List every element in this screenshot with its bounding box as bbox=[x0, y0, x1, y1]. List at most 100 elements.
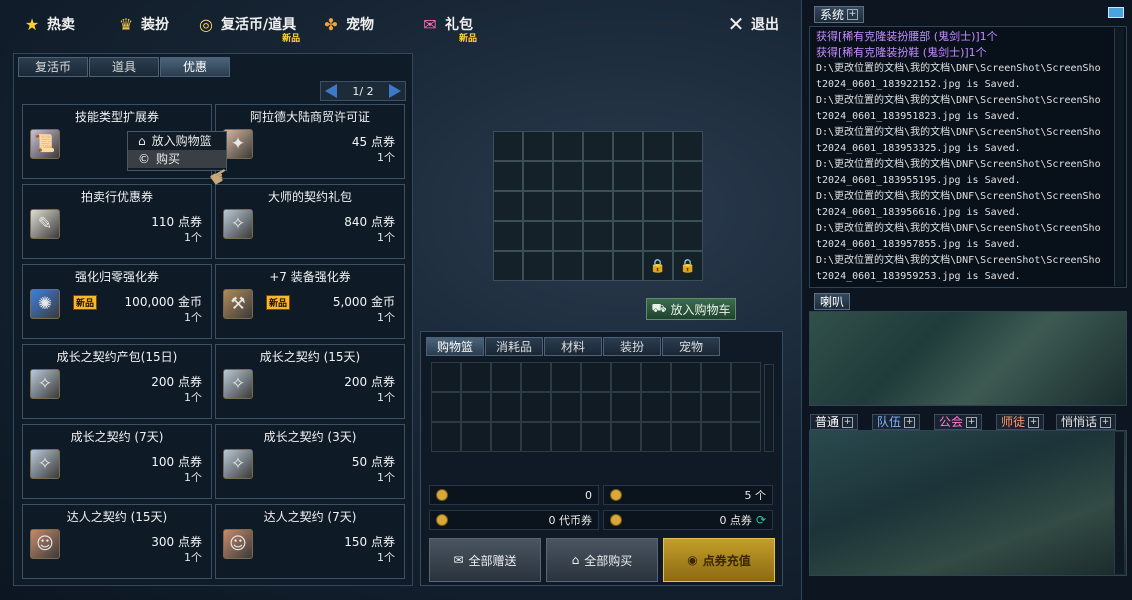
tab-basket[interactable]: 购物篮 bbox=[426, 337, 484, 356]
preview-slot[interactable] bbox=[553, 221, 583, 251]
preview-slot[interactable] bbox=[523, 161, 553, 191]
preview-slot[interactable] bbox=[673, 221, 703, 251]
cart-slot[interactable] bbox=[611, 392, 641, 422]
cart-slot[interactable] bbox=[461, 422, 491, 452]
preview-slot[interactable] bbox=[613, 131, 643, 161]
cart-slot[interactable] bbox=[671, 422, 701, 452]
menu-buy[interactable]: © 购买 bbox=[128, 150, 226, 168]
item-card[interactable]: 达人之契约 (7天) ☺ 150 点券 1个 bbox=[215, 504, 405, 579]
preview-slot[interactable] bbox=[583, 251, 613, 281]
cart-slot[interactable] bbox=[551, 362, 581, 392]
cart-slot[interactable] bbox=[701, 362, 731, 392]
tab-materials[interactable]: 材料 bbox=[544, 337, 602, 356]
cart-slot[interactable] bbox=[491, 392, 521, 422]
gift-all-button[interactable]: ✉ 全部赠送 bbox=[429, 538, 541, 582]
item-card[interactable]: 成长之契约产包(15日) ✧ 200 点券 1个 bbox=[22, 344, 212, 419]
refresh-icon[interactable]: ⟳ bbox=[756, 513, 766, 527]
cart-slot[interactable] bbox=[731, 362, 761, 392]
hammer-icon[interactable]: ⚒ bbox=[223, 289, 253, 319]
nav-revive-items[interactable]: ◎ 复活币/道具 新品 bbox=[196, 10, 300, 45]
preview-slot[interactable] bbox=[583, 221, 613, 251]
cart-slot[interactable] bbox=[731, 422, 761, 452]
item-card[interactable]: +7 装备强化券 ⚒ 新品 5,000 金币 1个 bbox=[215, 264, 405, 339]
chat-category-tab[interactable]: 师徒 + bbox=[996, 414, 1045, 430]
preview-slot[interactable] bbox=[523, 251, 553, 281]
portrait-icon[interactable]: ☺ bbox=[30, 529, 60, 559]
cart-slot[interactable] bbox=[641, 422, 671, 452]
preview-slot[interactable] bbox=[523, 221, 553, 251]
preview-slot[interactable] bbox=[613, 251, 643, 281]
preview-slot[interactable] bbox=[553, 161, 583, 191]
cart-slot[interactable] bbox=[731, 392, 761, 422]
expand-icon[interactable]: + bbox=[1100, 416, 1112, 428]
tab-discount[interactable]: 优惠 bbox=[160, 57, 230, 77]
preview-slot[interactable] bbox=[643, 191, 673, 221]
contract-icon[interactable]: ✧ bbox=[30, 369, 60, 399]
tab-items[interactable]: 道具 bbox=[89, 57, 159, 77]
preview-slot[interactable] bbox=[643, 221, 673, 251]
item-card[interactable]: 大师的契约礼包 ✧ 840 点券 1个 bbox=[215, 184, 405, 259]
item-card[interactable]: 拍卖行优惠券 ✎ 110 点券 1个 bbox=[22, 184, 212, 259]
item-card[interactable]: 成长之契约 (3天) ✧ 50 点券 1个 bbox=[215, 424, 405, 499]
orb-icon[interactable]: ✺ bbox=[30, 289, 60, 319]
cart-slot[interactable] bbox=[581, 362, 611, 392]
preview-slot[interactable] bbox=[643, 161, 673, 191]
nav-hot[interactable]: ★ 热卖 bbox=[22, 10, 75, 38]
preview-slot[interactable] bbox=[613, 191, 643, 221]
log-scrollbar[interactable] bbox=[1114, 28, 1124, 286]
menu-add-to-basket[interactable]: ⌂ 放入购物篮 bbox=[128, 132, 226, 150]
prev-page-icon[interactable] bbox=[325, 84, 337, 98]
chat-category-tab[interactable]: 普通 + bbox=[810, 414, 859, 430]
cart-slot[interactable] bbox=[431, 422, 461, 452]
preview-slot[interactable] bbox=[613, 221, 643, 251]
contract-icon[interactable]: ✧ bbox=[30, 449, 60, 479]
preview-slot[interactable] bbox=[643, 131, 673, 161]
tab-pet[interactable]: 宠物 bbox=[662, 337, 720, 356]
preview-slot[interactable] bbox=[673, 161, 703, 191]
nav-pet[interactable]: ✤ 宠物 bbox=[321, 10, 374, 38]
portrait-icon[interactable]: ☺ bbox=[223, 529, 253, 559]
preview-slot[interactable] bbox=[553, 131, 583, 161]
cart-slot[interactable] bbox=[461, 392, 491, 422]
buy-all-button[interactable]: ⌂ 全部购买 bbox=[546, 538, 658, 582]
tab-revive-coin[interactable]: 复活币 bbox=[18, 57, 88, 77]
cart-slot[interactable] bbox=[701, 422, 731, 452]
preview-slot[interactable] bbox=[583, 161, 613, 191]
expand-icon[interactable]: + bbox=[1028, 416, 1040, 428]
cart-slot[interactable] bbox=[701, 392, 731, 422]
expand-icon[interactable]: + bbox=[847, 9, 859, 20]
cart-scrollbar[interactable] bbox=[764, 364, 774, 452]
contract-icon[interactable]: ✧ bbox=[223, 209, 253, 239]
add-to-cart-button[interactable]: ⛟ 放入购物车 bbox=[646, 298, 736, 320]
chat-category-tab[interactable]: 悄悄话 + bbox=[1056, 414, 1117, 430]
cart-slot[interactable] bbox=[611, 422, 641, 452]
nav-costume[interactable]: ♛ 装扮 bbox=[116, 10, 169, 38]
preview-slot[interactable] bbox=[583, 191, 613, 221]
preview-slot[interactable] bbox=[493, 191, 523, 221]
cart-slot[interactable] bbox=[641, 392, 671, 422]
cart-slot[interactable] bbox=[521, 362, 551, 392]
preview-slot[interactable] bbox=[493, 251, 523, 281]
cart-slot[interactable] bbox=[551, 422, 581, 452]
preview-slot[interactable] bbox=[673, 131, 703, 161]
cart-slot[interactable] bbox=[521, 392, 551, 422]
preview-slot[interactable] bbox=[493, 131, 523, 161]
expand-icon[interactable]: + bbox=[842, 416, 854, 428]
cart-slot[interactable] bbox=[491, 422, 521, 452]
contract-icon[interactable]: ✧ bbox=[223, 369, 253, 399]
preview-slot[interactable] bbox=[523, 191, 553, 221]
cart-slot[interactable] bbox=[461, 362, 491, 392]
preview-slot[interactable] bbox=[493, 161, 523, 191]
cart-slot[interactable] bbox=[581, 422, 611, 452]
cart-slot[interactable] bbox=[641, 362, 671, 392]
cart-slot[interactable] bbox=[671, 392, 701, 422]
cart-slot[interactable] bbox=[431, 392, 461, 422]
item-card[interactable]: 达人之契约 (15天) ☺ 300 点券 1个 bbox=[22, 504, 212, 579]
item-card[interactable]: 成长之契约 (15天) ✧ 200 点券 1个 bbox=[215, 344, 405, 419]
item-card[interactable]: 成长之契约 (7天) ✧ 100 点券 1个 bbox=[22, 424, 212, 499]
preview-slot[interactable] bbox=[583, 131, 613, 161]
certificate-icon[interactable]: ✦ bbox=[223, 129, 253, 159]
cart-slot[interactable] bbox=[491, 362, 521, 392]
expand-icon[interactable]: + bbox=[904, 416, 916, 428]
item-card[interactable]: 阿拉德大陆商贸许可证 ✦ 45 点券 1个 bbox=[215, 104, 405, 179]
